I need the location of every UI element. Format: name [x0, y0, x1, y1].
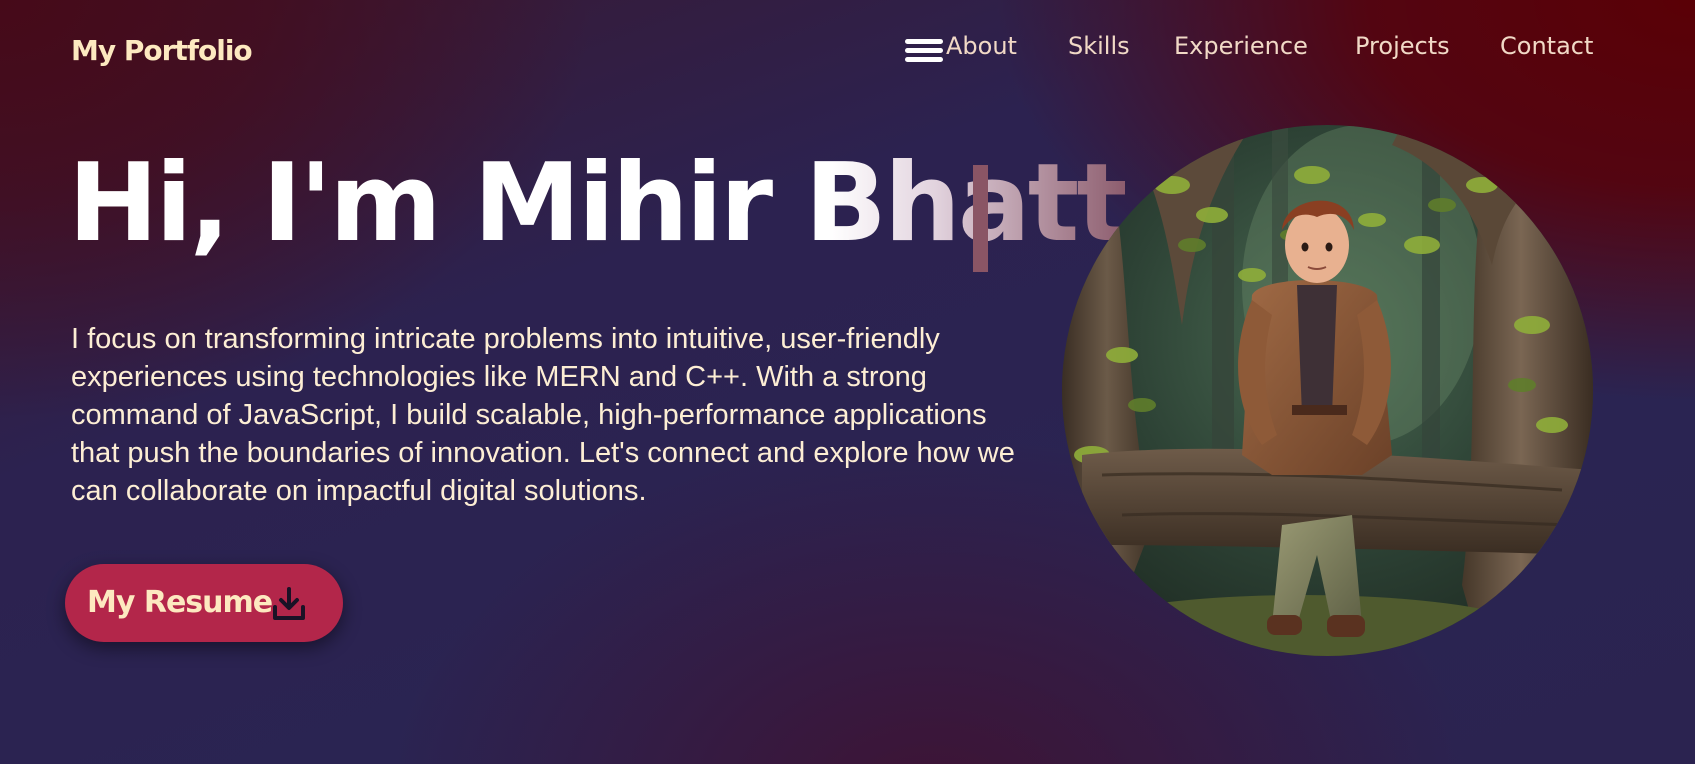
navbar: My Portfolio About Skills Experience Pro…: [0, 0, 1695, 100]
nav-link-contact[interactable]: Contact: [1500, 32, 1593, 60]
nav-link-about[interactable]: About: [946, 32, 1017, 60]
hero-title: Hi, I'm Mihir Bhatt: [68, 141, 1128, 266]
brand-logo[interactable]: My Portfolio: [71, 34, 253, 67]
typing-cursor: [973, 165, 988, 272]
nav-link-skills[interactable]: Skills: [1068, 32, 1130, 60]
nav-link-experience[interactable]: Experience: [1174, 32, 1308, 60]
hero-description: I focus on transforming intricate proble…: [71, 323, 1015, 507]
avatar-illustration: [1062, 125, 1593, 656]
download-icon: [273, 587, 305, 620]
hamburger-menu-icon[interactable]: [905, 37, 943, 65]
resume-button-label: My Resume: [87, 585, 273, 620]
resume-download-button[interactable]: My Resume: [65, 564, 343, 642]
nav-link-projects[interactable]: Projects: [1355, 32, 1450, 60]
avatar: [1062, 125, 1593, 656]
